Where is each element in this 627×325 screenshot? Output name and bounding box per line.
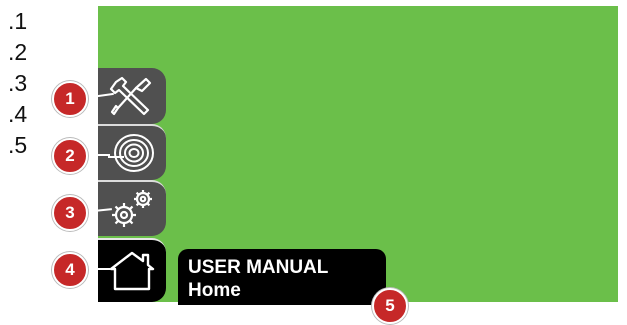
callout-badge: 2 xyxy=(52,138,88,174)
tools-icon xyxy=(109,76,152,116)
status-title: USER MANUAL xyxy=(188,257,329,278)
home-icon xyxy=(109,251,155,291)
settings-button[interactable] xyxy=(98,68,166,124)
legend-item: .1 xyxy=(8,8,28,34)
callout-badge: 3 xyxy=(52,195,88,231)
legend-item: .4 xyxy=(8,101,28,127)
legend-item: .5 xyxy=(8,132,28,158)
home-button[interactable] xyxy=(98,238,166,302)
callout-badge: 1 xyxy=(52,81,88,117)
callout-badge: 5 xyxy=(372,288,408,324)
callout-legend: .1 .2 .3 .4 .5 xyxy=(8,6,27,161)
callout-badge: 4 xyxy=(52,252,88,288)
spool-icon xyxy=(108,134,154,172)
status-bar: USER MANUAL Home xyxy=(178,249,386,305)
status-subtitle: Home xyxy=(188,280,241,301)
wire-spool-button[interactable] xyxy=(98,124,166,180)
gears-icon xyxy=(112,190,152,227)
legend-item: .3 xyxy=(8,70,28,96)
legend-item: .2 xyxy=(8,39,28,65)
manual-illustration: .1 .2 .3 .4 .5 1 2 3 4 USER MANUAL Home … xyxy=(0,0,627,325)
